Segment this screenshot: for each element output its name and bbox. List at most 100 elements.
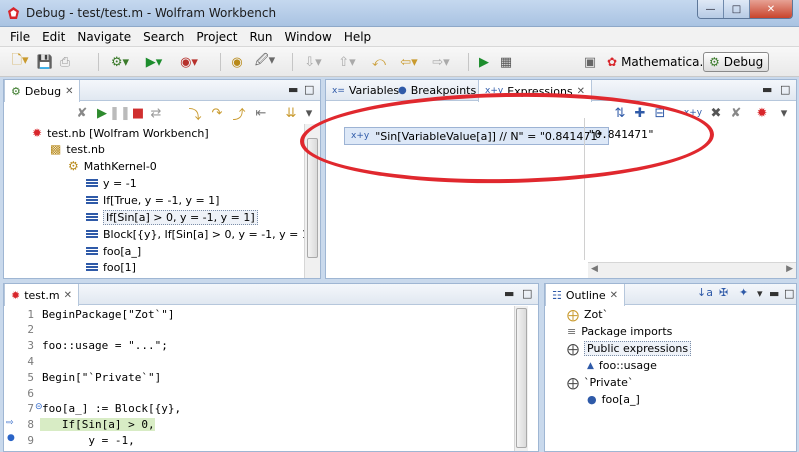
outline-item-private[interactable]: ⨁ `Private` [567, 374, 633, 391]
step-return-icon[interactable]: ⤴ [230, 104, 248, 123]
tab-breakpoints-label: Breakpoints [410, 84, 477, 97]
step-over-icon[interactable]: ↷ [208, 104, 226, 122]
stack-frame-icon [86, 246, 98, 256]
expressions-horizontal-scrollbar[interactable]: ◀ ▶ [588, 262, 796, 278]
close-button[interactable]: ✕ [750, 0, 792, 18]
maximize-view-icon[interactable]: □ [784, 287, 794, 300]
outline-item-package[interactable]: ⨁ Zot` [567, 306, 608, 323]
tab-breakpoints[interactable]: ● Breakpoints [392, 80, 482, 101]
show-type-names-icon[interactable]: ⇅ [612, 104, 628, 122]
outline-item-public-expressions[interactable]: ⨁ Public expressions [567, 340, 692, 357]
mathematica-icon[interactable]: ✹ [754, 104, 770, 122]
step-into-icon[interactable]: ⤵ [186, 104, 204, 123]
console-icon[interactable]: ▦ [496, 53, 516, 71]
editor-overflow-lines [3, 283, 513, 452]
outline-item-function[interactable]: ● foo[a_] [587, 391, 640, 408]
terminate-icon[interactable]: ■ [130, 104, 146, 122]
view-menu-icon[interactable]: ▾ [757, 287, 763, 300]
watch-expression-value: "0.841471" [588, 128, 655, 141]
show-logical-structure-icon[interactable]: ✚ [632, 104, 648, 122]
close-icon[interactable]: ✕ [577, 86, 585, 97]
tree-item-launch[interactable]: ✹ test.nb [Wolfram Workbench] [32, 125, 209, 141]
suspend-icon[interactable]: ❚❚ [109, 104, 131, 122]
variables-icon: x= [332, 85, 345, 96]
minimize-button[interactable]: — [698, 0, 724, 18]
sort-icon[interactable]: ↓a [697, 286, 713, 299]
external-tools-icon[interactable]: ◉▾ [174, 53, 204, 71]
collapse-all-icon[interactable]: ⊟ [652, 104, 668, 122]
maximize-view-icon[interactable]: □ [304, 83, 314, 96]
new-file-icon[interactable]: 🗋▾ [8, 53, 32, 71]
add-watch-expression-icon[interactable]: x+y [684, 104, 702, 122]
view-menu-icon[interactable]: ▾ [302, 104, 316, 122]
tab-debug[interactable]: ⚙ Debug ✕ [4, 80, 81, 102]
minimize-view-icon[interactable]: ▬ [762, 83, 772, 96]
minimize-view-icon[interactable]: ▬ [769, 287, 779, 300]
stack-frame-row[interactable]: If[True, y = -1, y = 1] [86, 192, 219, 208]
save-icon[interactable]: 💾 [36, 53, 54, 71]
tree-item-label: test.nb [66, 142, 105, 156]
watch-expression-row[interactable]: x+y "Sin[VariableValue[a]] // N" = "0.84… [344, 127, 610, 145]
menu-project[interactable]: Project [190, 30, 243, 44]
menu-run[interactable]: Run [243, 30, 278, 44]
use-step-filters-icon[interactable]: ⇊ [282, 104, 300, 122]
close-icon[interactable]: ✕ [65, 86, 73, 97]
stack-frame-row[interactable]: y = -1 [86, 175, 137, 191]
open-type-icon[interactable]: ◉ [226, 53, 248, 71]
menu-navigate[interactable]: Navigate [71, 30, 137, 44]
tab-expressions[interactable]: x+y Expressions ✕ [478, 80, 593, 102]
maximize-button[interactable]: □ [724, 0, 750, 18]
edit-tool-icon[interactable]: 🖉▾ [250, 53, 280, 71]
scroll-right-icon[interactable]: ▶ [786, 264, 793, 274]
menu-window[interactable]: Window [278, 30, 337, 44]
stack-frame-row[interactable]: Block[{y}, If[Sin[a] > 0, y = -1, y = 1]… [86, 226, 317, 242]
remove-launches-icon[interactable]: ✘ [74, 104, 90, 122]
stack-frame-row[interactable]: foo[1] [86, 259, 136, 275]
debug-view-icon: ⚙ [11, 84, 21, 98]
usage-triangle-icon: ▲ [587, 360, 594, 371]
perspective-debug[interactable]: ⚙ Debug [703, 52, 770, 72]
maximize-view-icon[interactable]: □ [780, 83, 790, 96]
remove-expression-icon[interactable]: ✖ [708, 104, 724, 122]
scroll-thumb[interactable] [307, 138, 318, 258]
outline-item-imports[interactable]: ≡ Package imports [567, 323, 672, 340]
menu-file[interactable]: File [4, 30, 36, 44]
minimize-view-icon[interactable]: ▬ [288, 83, 298, 96]
hide-fields-icon[interactable]: ✠ [719, 286, 728, 299]
forward-icon[interactable]: ⇨▾ [426, 53, 456, 71]
last-edit-icon[interactable]: ⤺ [366, 53, 392, 71]
debug-vertical-scrollbar[interactable] [304, 124, 320, 278]
tree-item-target[interactable]: ▩ test.nb [50, 141, 105, 157]
previous-annotation-icon[interactable]: ⇧▾ [332, 53, 362, 71]
disconnect-icon[interactable]: ⇄ [148, 104, 164, 122]
print-icon[interactable]: ⎙ [56, 53, 74, 71]
hide-non-public-icon[interactable]: ✦ [739, 286, 748, 299]
evaluate-icon[interactable]: ▶ [474, 53, 494, 71]
expressions-tabbar: x= Variables ● Breakpoints x+y Expressio… [326, 80, 796, 102]
maximize-view-icon[interactable]: □ [522, 287, 532, 300]
view-menu-icon[interactable]: ▾ [778, 104, 790, 122]
editor-vertical-scrollbar[interactable] [514, 306, 528, 451]
back-icon[interactable]: ⇦▾ [394, 53, 424, 71]
outline-item-usage[interactable]: ▲ foo::usage [587, 357, 657, 374]
drop-to-frame-icon[interactable]: ⇤ [252, 104, 270, 122]
outline-item-label: Package imports [581, 325, 673, 338]
menu-help[interactable]: Help [338, 30, 377, 44]
debug-run-icon[interactable]: ⚙▾ [106, 53, 134, 71]
stack-frame-row-selected[interactable]: If[Sin[a] > 0, y = -1, y = 1] [86, 209, 258, 225]
next-annotation-icon[interactable]: ⇩▾ [298, 53, 328, 71]
remove-all-expressions-icon[interactable]: ✘ [728, 104, 744, 122]
open-perspective-icon[interactable]: ▣ [580, 53, 600, 71]
scroll-thumb[interactable] [516, 308, 527, 448]
menu-edit[interactable]: Edit [36, 30, 71, 44]
tab-outline[interactable]: ☷ Outline ✕ [545, 284, 626, 306]
perspective-mathematica[interactable]: ✿ Mathematica... [602, 52, 716, 72]
close-icon[interactable]: ✕ [610, 290, 618, 301]
tree-item-kernel[interactable]: ⚙ MathKernel-0 [68, 158, 157, 174]
scroll-left-icon[interactable]: ◀ [591, 264, 598, 274]
run-icon[interactable]: ▶▾ [140, 53, 168, 71]
stack-frame-row[interactable]: foo[a_] [86, 243, 141, 259]
column-divider[interactable] [584, 118, 585, 260]
resume-icon[interactable]: ▶ [94, 104, 110, 122]
menu-search[interactable]: Search [137, 30, 190, 44]
